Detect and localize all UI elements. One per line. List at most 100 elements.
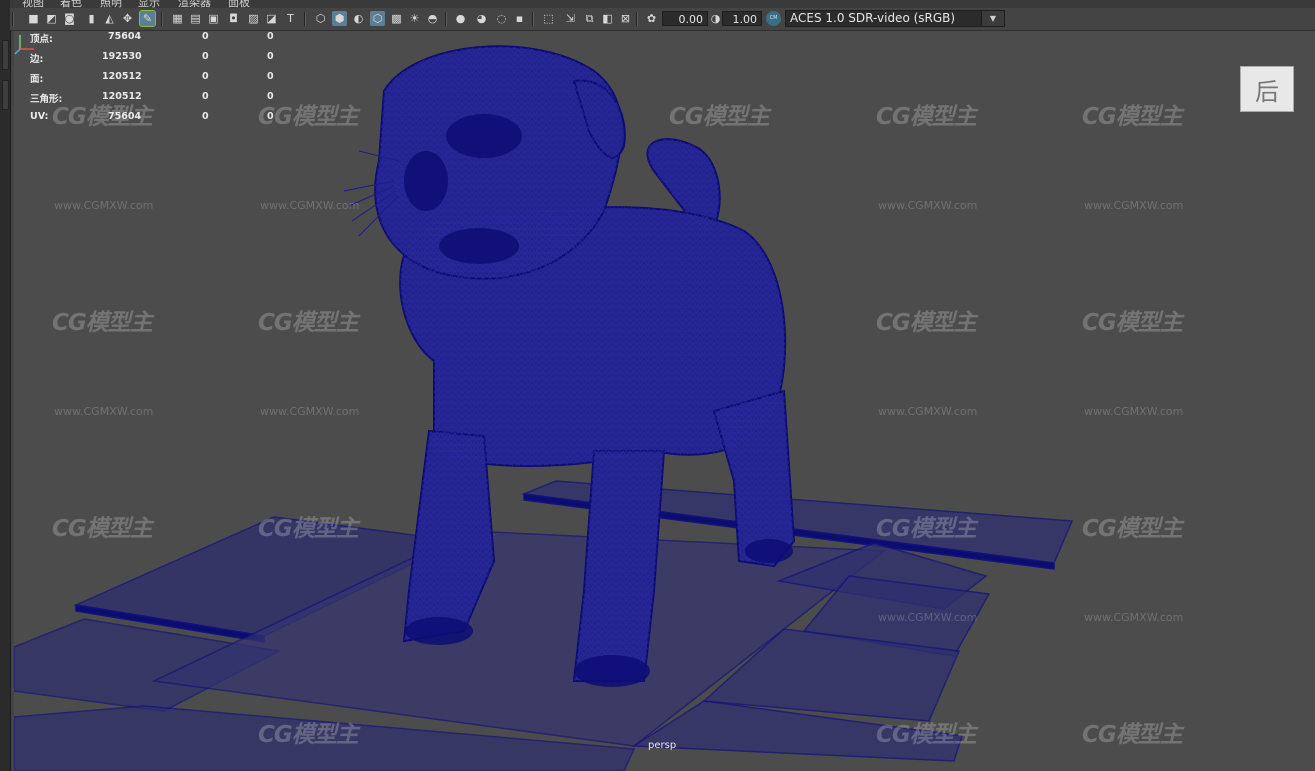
gamma-field[interactable]: 1.00 <box>722 11 762 26</box>
menu-lighting[interactable]: 照明 <box>100 0 122 8</box>
hud-value: 0 <box>267 31 274 42</box>
watermark-url: www.CGMXW.com <box>1084 611 1184 624</box>
pug-front-left-paw <box>405 617 473 645</box>
watermark-url: www.CGMXW.com <box>1084 199 1184 212</box>
grid-icon[interactable]: ▦ <box>170 11 185 26</box>
color-space-dropdown[interactable]: ACES 1.0 SDR-video (sRGB) ▼ <box>785 10 1005 27</box>
watermark-logo: CG模型主 <box>1082 310 1183 336</box>
pug-muzzle <box>404 151 448 211</box>
watermark-url: www.CGMXW.com <box>1084 405 1184 418</box>
scene-canvas <box>14 45 1074 771</box>
menu-renderer[interactable]: 渲染器 <box>178 0 211 8</box>
field-chart-icon[interactable]: ▨ <box>246 11 261 26</box>
film-gate-icon[interactable]: ▤ <box>188 11 203 26</box>
axis-gizmo-icon <box>14 35 34 55</box>
resolution-gate-icon[interactable]: ▣ <box>206 11 221 26</box>
pug-jowls <box>439 228 519 264</box>
menu-shading[interactable]: 着色 <box>60 0 82 8</box>
watermark-url: www.CGMXW.com <box>54 199 154 212</box>
safe-action-icon[interactable]: ◪ <box>264 11 279 26</box>
left-panel-handle[interactable] <box>2 40 9 70</box>
watermark-logo: CG模型主 <box>52 310 153 336</box>
use-all-lights-icon[interactable]: ☀ <box>407 11 422 26</box>
panel-toolbar: ■ ◩ ◙ ▮ ◭ ✥ ✎ ▦ ▤ ▣ ◘ ▨ ◪ T ⬡ ⬢ ◐ ⬡ ▩ ☀ … <box>10 8 1315 31</box>
menu-panels[interactable]: 面板 <box>228 0 250 8</box>
hud-value: 0 <box>267 51 274 62</box>
perspective-viewport[interactable]: CG模型主 CG模型主 CG模型主 CG模型主 CG模型主 www.CGMXW.… <box>14 31 1315 771</box>
pug-front-right-paw <box>574 655 650 687</box>
hud-value: 0 <box>202 71 209 82</box>
isolate-select-icon[interactable]: ⬚ <box>541 11 556 26</box>
gamma-icon[interactable]: ◑ <box>708 11 723 26</box>
hud-value: 0 <box>267 71 274 82</box>
watermark-logo: CG模型主 <box>258 310 359 336</box>
watermark-logo: CG模型主 <box>1082 104 1183 130</box>
use-default-material-icon[interactable]: ◐ <box>351 11 366 26</box>
hud-value: 0 <box>267 111 274 122</box>
hud-value: 120512 <box>102 91 142 102</box>
pug-hind-paw <box>745 539 793 563</box>
wireframe-icon[interactable]: ⬡ <box>313 11 328 26</box>
menu-show[interactable]: 显示 <box>138 0 160 8</box>
xray-joints-icon[interactable]: ⧉ <box>582 11 597 26</box>
hud-label: 面: <box>30 74 44 85</box>
shadows-icon[interactable]: ◓ <box>425 11 440 26</box>
exposure-icon[interactable]: ✿ <box>644 11 659 26</box>
watermark-url: www.CGMXW.com <box>260 199 360 212</box>
motion-blur-icon[interactable]: ◕ <box>474 11 489 26</box>
xray-active-icon[interactable]: ⇲ <box>563 11 578 26</box>
bookmark-camera-icon[interactable]: ◙ <box>62 11 77 26</box>
backface-culling-icon[interactable]: ◧ <box>600 11 615 26</box>
watermark-logo: CG模型主 <box>876 310 977 336</box>
color-space-label: ACES 1.0 SDR-video (sRGB) <box>790 11 956 25</box>
anti-aliasing-icon[interactable]: ◌ <box>494 11 509 26</box>
watermark-logo: CG模型主 <box>1082 516 1183 542</box>
wireframe-on-shaded-icon[interactable]: ⬡ <box>370 11 385 26</box>
exposure-field[interactable]: 0.00 <box>662 11 708 26</box>
hud-value: 75604 <box>108 111 142 122</box>
watermark-logo: CG模型主 <box>876 104 977 130</box>
hud-value: 0 <box>202 91 209 102</box>
bookmark-icon[interactable]: ▮ <box>84 11 99 26</box>
watermark-logo: CG模型主 <box>258 722 359 748</box>
depth-of-field-icon[interactable]: ▪ <box>512 11 527 26</box>
watermark-url: www.CGMXW.com <box>54 405 154 418</box>
left-panel-handle[interactable] <box>2 80 9 110</box>
viewport-menubar: 视图 着色 照明 显示 渲染器 面板 <box>10 0 1315 8</box>
watermark-logo: CG模型主 <box>669 104 770 130</box>
chevron-down-icon[interactable]: ▼ <box>981 11 1004 26</box>
hud-label: UV: <box>30 111 49 122</box>
watermark-url: www.CGMXW.com <box>878 405 978 418</box>
watermark-url: www.CGMXW.com <box>878 199 978 212</box>
watermark-url: www.CGMXW.com <box>260 405 360 418</box>
grease-pencil-icon[interactable]: ✎ <box>139 10 156 27</box>
hud-value: 0 <box>202 31 209 42</box>
menu-view[interactable]: 视图 <box>22 0 44 8</box>
screen-space-ao-icon[interactable]: ● <box>453 11 468 26</box>
smooth-shade-icon[interactable]: ⬢ <box>332 11 347 26</box>
watermark-logo: CG模型主 <box>258 516 359 542</box>
pug-brow-wrinkles <box>446 114 522 158</box>
hud-value: 192530 <box>102 51 142 62</box>
2d-pan-zoom-icon[interactable]: ✥ <box>120 11 135 26</box>
hud-value: 120512 <box>102 71 142 82</box>
hud-value: 0 <box>202 111 209 122</box>
camera-attributes-icon[interactable]: ◩ <box>44 11 59 26</box>
watermark-logo: CG模型主 <box>1082 722 1183 748</box>
image-plane-icon[interactable]: ◭ <box>102 11 117 26</box>
hud-value: 75604 <box>108 31 142 42</box>
watermark-logo: CG模型主 <box>876 516 977 542</box>
view-cube-back-face[interactable]: 后 <box>1241 67 1293 111</box>
gate-mask-icon[interactable]: ◘ <box>226 11 241 26</box>
xray-icon[interactable]: ▩ <box>389 11 404 26</box>
color-management-icon[interactable]: CM <box>766 11 781 26</box>
hud-label: 三角形: <box>30 94 63 105</box>
hud-icon[interactable]: ⊠ <box>618 11 633 26</box>
hud-value: 0 <box>202 51 209 62</box>
camera-name-label: persp <box>648 740 677 751</box>
watermark-url: www.CGMXW.com <box>878 611 978 624</box>
safe-title-icon[interactable]: T <box>283 11 298 26</box>
camera-icon[interactable]: ■ <box>26 11 41 26</box>
hud-value: 0 <box>267 91 274 102</box>
left-panel-strip <box>0 0 11 771</box>
